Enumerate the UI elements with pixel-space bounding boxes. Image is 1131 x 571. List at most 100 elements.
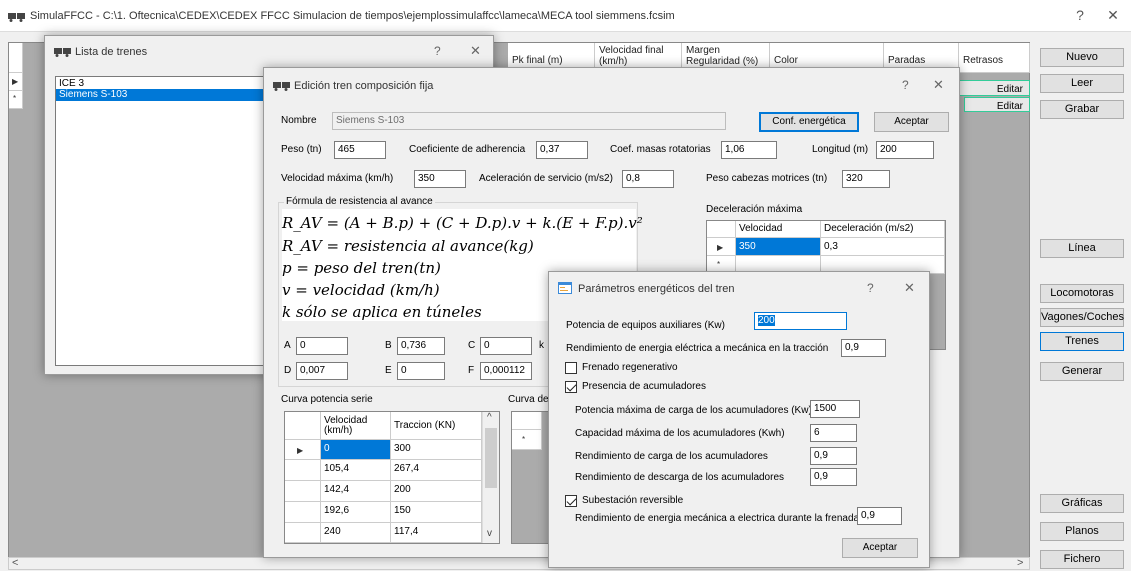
- grabar-button[interactable]: Grabar: [1040, 100, 1124, 119]
- vagones-coches-button[interactable]: Vagones/Coches: [1040, 308, 1124, 327]
- edit-button-2[interactable]: Editar: [964, 97, 1030, 112]
- formula-line-5: k sólo se aplica en túneles: [282, 303, 482, 321]
- curva-serie-cell[interactable]: 150: [391, 502, 482, 523]
- curva-serie-cell[interactable]: 0: [321, 440, 391, 460]
- curva-serie-row-header[interactable]: ▶: [285, 440, 321, 460]
- nuevo-button[interactable]: Nuevo: [1040, 48, 1124, 67]
- coef-a-field[interactable]: 0: [296, 337, 348, 355]
- curva-serie-title: Curva potencia serie: [281, 394, 373, 405]
- locomotoras-button[interactable]: Locomotoras: [1040, 284, 1124, 303]
- coef-b-field[interactable]: 0,736: [397, 337, 445, 355]
- decel-row-header[interactable]: ▶: [707, 238, 736, 256]
- train-app-icon: [8, 13, 25, 22]
- accept-button[interactable]: Aceptar: [874, 112, 949, 132]
- help-icon[interactable]: ?: [1070, 7, 1090, 23]
- curva-serie-cell[interactable]: 117,4: [391, 523, 482, 543]
- subestacion-checkbox[interactable]: [565, 495, 577, 507]
- peso-cabezas-field[interactable]: 320: [842, 170, 890, 188]
- curva-p-new-row-header[interactable]: *: [512, 430, 542, 450]
- curva-serie-row-header[interactable]: [285, 502, 321, 523]
- peso-cabezas-label: Peso cabezas motrices (tn): [706, 173, 828, 184]
- help-icon[interactable]: ?: [867, 281, 874, 295]
- train-listbox[interactable]: ICE 3 Siemens S-103: [55, 76, 265, 366]
- frenado-regenerativo-label: Frenado regenerativo: [582, 362, 678, 373]
- train-list-item[interactable]: ICE 3: [56, 77, 264, 89]
- close-icon[interactable]: ✕: [1103, 7, 1123, 24]
- trenes-button[interactable]: Trenes: [1040, 332, 1124, 351]
- curva-serie-cell[interactable]: 240: [321, 523, 391, 543]
- capacidad-field[interactable]: 6: [810, 424, 857, 442]
- leer-button[interactable]: Leer: [1040, 74, 1124, 93]
- peso-field[interactable]: 465: [334, 141, 386, 159]
- rend-frenada-field[interactable]: 0,9: [857, 507, 902, 525]
- help-icon[interactable]: ?: [434, 44, 441, 58]
- row-header-1[interactable]: ▶: [9, 73, 23, 91]
- close-icon[interactable]: ✕: [470, 43, 481, 59]
- nombre-field[interactable]: Siemens S-103: [332, 112, 726, 130]
- curva-serie-col-velocidad[interactable]: Velocidad (km/h): [321, 412, 391, 440]
- adherencia-field[interactable]: 0,37: [536, 141, 588, 159]
- curva-serie-cell[interactable]: 105,4: [321, 460, 391, 481]
- graficas-button[interactable]: Gráficas: [1040, 494, 1124, 513]
- rend-descarga-field[interactable]: 0,9: [810, 468, 857, 486]
- aceleracion-field[interactable]: 0,8: [622, 170, 674, 188]
- coef-d-field[interactable]: 0,007: [296, 362, 348, 380]
- rend-carga-field[interactable]: 0,9: [810, 447, 857, 465]
- decel-col-deceleracion[interactable]: Deceleración (m/s2): [821, 221, 945, 238]
- curva-serie-cell[interactable]: 267,4: [391, 460, 482, 481]
- train-list-item-selected[interactable]: Siemens S-103: [56, 89, 264, 101]
- velocidad-maxima-field[interactable]: 350: [414, 170, 466, 188]
- scroll-left-icon[interactable]: <: [12, 557, 18, 569]
- longitud-field[interactable]: 200: [876, 141, 934, 159]
- col-header-retrasos[interactable]: Retrasos: [959, 43, 1030, 73]
- masas-rotatorias-field[interactable]: 1,06: [721, 141, 777, 159]
- masas-rotatorias-label: Coef. masas rotatorias: [610, 144, 711, 155]
- scroll-thumb[interactable]: [485, 428, 497, 488]
- conf-energetica-button[interactable]: Conf. energética: [759, 112, 859, 132]
- subestacion-label: Subestación reversible: [582, 495, 684, 506]
- decel-cell-velocidad[interactable]: 350: [736, 238, 821, 256]
- curva-serie-cell[interactable]: 142,4: [321, 481, 391, 502]
- coef-b-label: B: [385, 340, 392, 351]
- train-edit-icon: [273, 82, 290, 91]
- curva-serie-row-header[interactable]: [285, 523, 321, 543]
- curva-serie-col-traccion[interactable]: Traccion (KN): [391, 412, 482, 440]
- scroll-down-icon[interactable]: v: [487, 528, 492, 539]
- energy-accept-button[interactable]: Aceptar: [842, 538, 918, 558]
- decel-cell-deceleracion[interactable]: 0,3: [821, 238, 945, 256]
- curva-serie-v-scrollbar[interactable]: ^ v: [482, 412, 499, 543]
- coef-d-label: D: [284, 365, 292, 376]
- coef-e-field[interactable]: 0: [397, 362, 445, 380]
- help-icon[interactable]: ?: [902, 78, 909, 92]
- coef-e-label: E: [385, 365, 392, 376]
- aux-power-label: Potencia de equipos auxiliares (Kw): [566, 320, 725, 331]
- linea-button[interactable]: Línea: [1040, 239, 1124, 258]
- form-icon: [558, 282, 572, 294]
- fichero-button[interactable]: Fichero: [1040, 550, 1124, 569]
- curva-serie-cell[interactable]: 192,6: [321, 502, 391, 523]
- acumuladores-checkbox[interactable]: [565, 381, 577, 393]
- row-header-new[interactable]: *: [9, 91, 23, 109]
- generar-button[interactable]: Generar: [1040, 362, 1124, 381]
- close-icon[interactable]: ✕: [933, 77, 944, 93]
- close-icon[interactable]: ✕: [904, 280, 915, 296]
- decel-col-velocidad[interactable]: Velocidad: [736, 221, 821, 238]
- formula-line-2: R_AV = resistencia al avance(kg): [282, 237, 534, 255]
- new-row-icon: *: [717, 260, 721, 269]
- coef-c-field[interactable]: 0: [480, 337, 532, 355]
- scroll-right-icon[interactable]: >: [1017, 557, 1023, 569]
- rend-traccion-field[interactable]: 0,9: [841, 339, 886, 357]
- curva-serie-row-header[interactable]: [285, 481, 321, 502]
- curva-serie-cell[interactable]: 300: [391, 440, 482, 460]
- formula-line-1: R_AV = (A + B.p) + (C + D.p).v + k.(E + …: [282, 214, 643, 232]
- frenado-regenerativo-checkbox[interactable]: [565, 362, 577, 374]
- curva-serie-row-header[interactable]: [285, 460, 321, 481]
- curva-serie-cell[interactable]: 200: [391, 481, 482, 502]
- formula-line-4: v = velocidad (km/h): [282, 281, 440, 299]
- scroll-up-icon[interactable]: ^: [487, 412, 492, 423]
- planos-button[interactable]: Planos: [1040, 522, 1124, 541]
- coef-f-field[interactable]: 0,000112: [480, 362, 532, 380]
- decel-corner: [707, 221, 736, 238]
- pot-carga-field[interactable]: 1500: [810, 400, 860, 418]
- aux-power-field[interactable]: 200: [754, 312, 847, 330]
